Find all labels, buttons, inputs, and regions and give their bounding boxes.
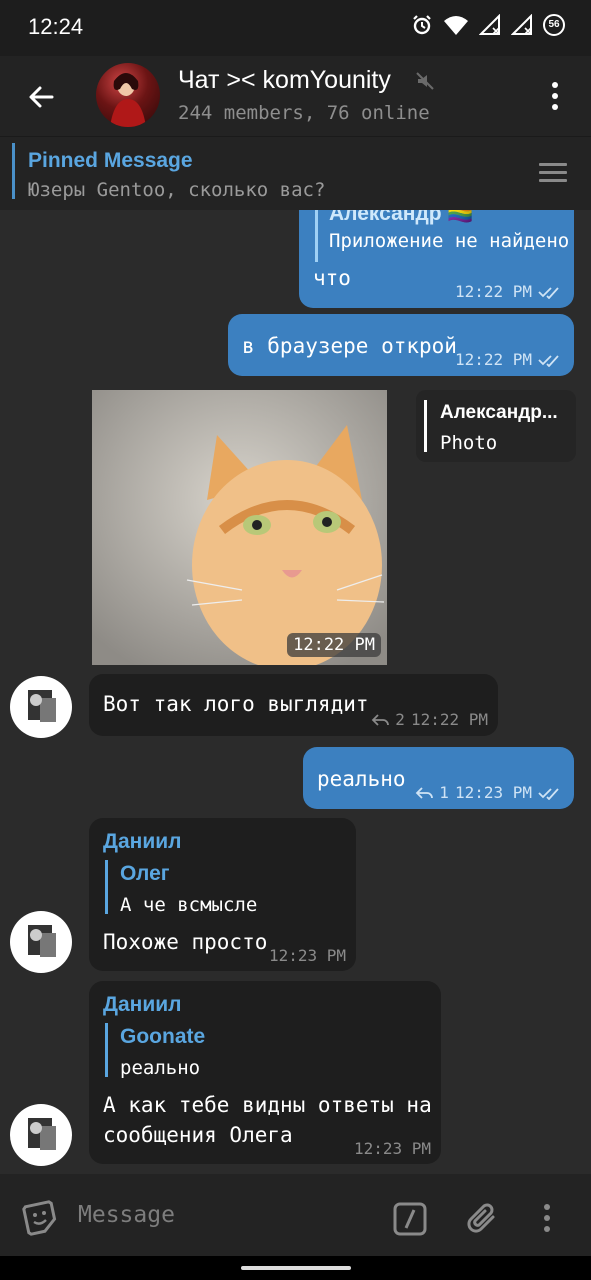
message-meta: 1 12:23 PM (415, 783, 562, 802)
message-meta: 12:22 PM (455, 350, 562, 369)
attach-icon[interactable] (466, 1201, 500, 1237)
signal-icon (479, 14, 500, 35)
reply-text: реально (120, 1057, 201, 1079)
reply-name: Goonate (120, 1025, 206, 1048)
alarm-icon (413, 15, 431, 35)
home-indicator[interactable] (241, 1266, 351, 1270)
message-text: в браузере открой (242, 334, 457, 358)
battery-icon: 56 (543, 14, 565, 36)
status-time: 12:24 (28, 14, 84, 39)
chat-header: Чат >< komYounity 244 members, 76 online (0, 56, 591, 136)
more-vert-icon (544, 1204, 550, 1210)
message-text-line-2: сообщения Олега (103, 1123, 293, 1147)
message-time: 12:23 PM (353, 1139, 431, 1158)
more-vert-icon (552, 82, 558, 88)
chat-title[interactable]: Чат >< komYounity (178, 66, 391, 95)
pinned-text: Юзеры Gentoo, сколько вас? (28, 179, 326, 201)
message-incoming[interactable]: Даниил Олег А че всмысле Похоже просто 1… (89, 818, 356, 971)
status-bar: 12:24 56 (0, 0, 591, 56)
reply-card-text: Photo (440, 432, 498, 454)
message-outgoing[interactable]: в браузере открой 12:22 PM (228, 314, 574, 376)
reply-count: 2 (395, 710, 405, 729)
pinned-indicator (12, 143, 15, 199)
reply-text: А че всмысле (120, 894, 258, 916)
avatar[interactable] (10, 676, 72, 738)
wifi-icon (444, 16, 468, 35)
read-check-icon (538, 354, 559, 367)
reply-card-name: Александр... (440, 402, 558, 423)
message-composer: Message (0, 1174, 591, 1256)
message-time: 12:22 PM (410, 710, 488, 729)
chat-avatar[interactable] (96, 63, 160, 127)
message-meta: 12:22 PM (455, 282, 562, 301)
message-incoming[interactable]: Даниил Goonate реально А как тебе видны … (89, 981, 441, 1164)
forward-reply-card[interactable]: Александр... Photo (416, 390, 576, 462)
reply-quote-line (105, 1023, 108, 1077)
message-input[interactable]: Message (78, 1202, 175, 1228)
read-check-icon (538, 286, 559, 299)
message-time: 12:23 PM (268, 946, 346, 965)
list-icon[interactable] (539, 163, 567, 187)
message-text: Похоже просто (103, 930, 268, 954)
message-text: реально (317, 767, 406, 791)
reply-icon (416, 786, 434, 799)
message-time: 12:22 PM (454, 350, 532, 369)
message-time: 12:22 PM (454, 282, 532, 301)
message-time: 12:23 PM (454, 783, 532, 802)
chat-subtitle: 244 members, 76 online (178, 102, 430, 124)
avatar[interactable] (10, 1104, 72, 1166)
command-icon[interactable] (393, 1202, 427, 1236)
reply-quote-line (105, 860, 108, 914)
read-check-icon (538, 787, 559, 800)
photo-message[interactable]: 12:22 PM (92, 390, 387, 665)
message-text: Вот так лого выглядит (103, 692, 369, 716)
reply-name: Александр 🏳️‍🌈 (329, 210, 474, 225)
reply-icon (372, 713, 390, 726)
more-options-button[interactable] (537, 76, 573, 116)
avatar[interactable] (10, 911, 72, 973)
back-button[interactable] (18, 74, 64, 120)
mute-icon (416, 72, 434, 90)
message-outgoing[interactable]: реально 1 12:23 PM (303, 747, 574, 809)
signal-icon-2 (511, 14, 532, 35)
message-incoming[interactable]: Вот так лого выглядит 2 12:22 PM (89, 674, 498, 736)
sender-name[interactable]: Даниил (103, 993, 181, 1017)
message-text-line-1: А как тебе видны ответы на (103, 1093, 432, 1117)
message-text: что (313, 266, 351, 290)
reply-text: Приложение не найдено (329, 230, 570, 252)
message-meta: 12:23 PM (354, 1139, 431, 1158)
sticker-icon[interactable] (22, 1200, 58, 1236)
photo-time: 12:22 PM (287, 633, 381, 657)
reply-quote-line (424, 400, 427, 452)
sender-name[interactable]: Даниил (103, 830, 181, 854)
pinned-message-bar[interactable]: Pinned Message Юзеры Gentoo, сколько вас… (0, 136, 591, 210)
message-meta: 2 12:22 PM (371, 710, 488, 729)
navigation-bar (0, 1256, 591, 1280)
reply-quote-line (315, 210, 318, 262)
reply-count: 1 (439, 783, 449, 802)
composer-more-button[interactable] (544, 1204, 550, 1232)
message-outgoing[interactable]: Александр 🏳️‍🌈 Приложение не найдено что… (299, 210, 574, 308)
reply-name: Олег (120, 862, 170, 885)
pinned-title: Pinned Message (28, 149, 193, 172)
back-arrow-icon (29, 86, 54, 108)
message-meta: 12:23 PM (269, 946, 346, 965)
message-list[interactable]: Александр 🏳️‍🌈 Приложение не найдено что… (0, 210, 591, 1174)
status-icons: 56 (411, 14, 565, 36)
